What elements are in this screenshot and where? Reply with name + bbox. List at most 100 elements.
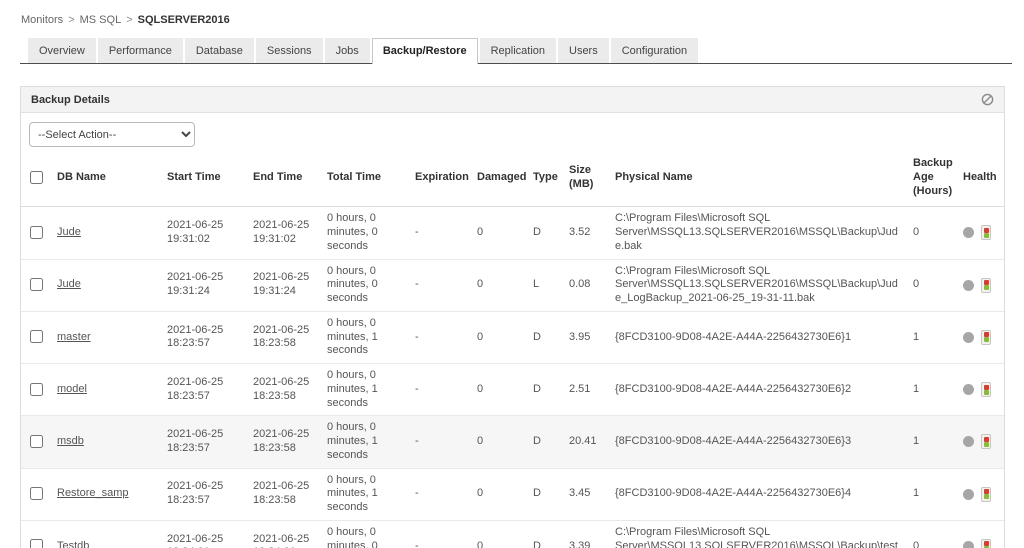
panel-header: Backup Details [21, 87, 1004, 113]
damaged-cell: 0 [471, 415, 527, 469]
header-type: Type [527, 149, 563, 208]
tab-overview[interactable]: Overview [28, 38, 96, 64]
damaged-cell: 0 [471, 520, 527, 548]
availability-status-icon[interactable] [963, 436, 974, 448]
db-name-link[interactable]: Restore_samp [57, 487, 129, 499]
health-status-icon[interactable] [981, 434, 991, 450]
availability-status-icon[interactable] [963, 279, 974, 291]
health-status-icon[interactable] [981, 382, 991, 398]
size-cell: 3.52 [563, 206, 609, 260]
type-cell: D [527, 468, 563, 521]
physical-name-cell: {8FCD3100-9D08-4A2E-A44A-2256432730E6}1 [609, 311, 907, 365]
tab-database[interactable]: Database [184, 38, 254, 64]
table-row: Testdb 2021-06-25 19:34:01 2021-06-25 19… [21, 520, 1004, 548]
header-size-mb: Size (MB) [563, 149, 609, 208]
tab-configuration[interactable]: Configuration [610, 38, 699, 64]
end-time-cell: 2021-06-25 18:23:58 [247, 415, 321, 469]
db-name-link[interactable]: model [57, 383, 87, 395]
tab-jobs[interactable]: Jobs [324, 38, 370, 64]
header-start-time: Start Time [161, 149, 247, 208]
db-name-link[interactable]: master [57, 331, 91, 343]
row-checkbox[interactable] [29, 225, 43, 239]
type-cell: D [527, 363, 563, 417]
breadcrumb-monitors[interactable]: Monitors [21, 14, 63, 26]
row-checkbox[interactable] [29, 278, 43, 292]
availability-status-icon[interactable] [963, 331, 974, 343]
type-cell: D [527, 520, 563, 548]
tab-replication[interactable]: Replication [479, 38, 556, 64]
expiration-cell: - [409, 520, 471, 548]
row-checkbox[interactable] [29, 487, 43, 501]
table-row: Jude 2021-06-25 19:31:02 2021-06-25 19:3… [21, 206, 1004, 260]
header-total-time: Total Time [321, 149, 409, 208]
size-cell: 0.08 [563, 259, 609, 312]
start-time-cell: 2021-06-25 18:23:57 [161, 415, 247, 469]
panel-title: Backup Details [31, 93, 110, 106]
db-name-link[interactable]: msdb [57, 435, 84, 447]
backup-details-table: DB Name Start Time End Time Total Time E… [21, 149, 1004, 548]
row-checkbox[interactable] [29, 539, 43, 548]
size-cell: 2.51 [563, 363, 609, 417]
row-checkbox[interactable] [29, 330, 43, 344]
table-header-row: DB Name Start Time End Time Total Time E… [21, 149, 1004, 208]
start-time-cell: 2021-06-25 18:23:57 [161, 468, 247, 521]
total-time-cell: 0 hours, 0 minutes, 1 seconds [321, 415, 409, 469]
backup-age-cell: 1 [907, 311, 957, 365]
action-select[interactable]: --Select Action-- [29, 122, 195, 147]
physical-name-cell: {8FCD3100-9D08-4A2E-A44A-2256432730E6}2 [609, 363, 907, 417]
health-status-icon[interactable] [981, 225, 991, 241]
end-time-cell: 2021-06-25 18:23:58 [247, 311, 321, 365]
tab-performance[interactable]: Performance [97, 38, 183, 64]
damaged-cell: 0 [471, 206, 527, 260]
total-time-cell: 0 hours, 0 minutes, 0 seconds [321, 259, 409, 312]
total-time-cell: 0 hours, 0 minutes, 1 seconds [321, 363, 409, 417]
availability-status-icon[interactable] [963, 540, 974, 548]
tab-users[interactable]: Users [558, 38, 609, 64]
physical-name-cell: {8FCD3100-9D08-4A2E-A44A-2256432730E6}3 [609, 415, 907, 469]
end-time-cell: 2021-06-25 19:34:01 [247, 520, 321, 548]
breadcrumb-monitor-name: SQLSERVER2016 [137, 14, 230, 26]
db-name-link[interactable]: Jude [57, 226, 81, 238]
table-row: master 2021-06-25 18:23:57 2021-06-25 18… [21, 311, 1004, 365]
end-time-cell: 2021-06-25 18:23:58 [247, 468, 321, 521]
backup-age-cell: 0 [907, 259, 957, 312]
total-time-cell: 0 hours, 0 minutes, 0 seconds [321, 206, 409, 260]
health-status-icon[interactable] [981, 329, 991, 345]
tab-sessions[interactable]: Sessions [255, 38, 323, 64]
end-time-cell: 2021-06-25 18:23:58 [247, 363, 321, 417]
physical-name-cell: C:\Program Files\Microsoft SQL Server\MS… [609, 520, 907, 548]
circle-slash-icon[interactable] [981, 93, 994, 106]
backup-details-panel: Backup Details --Select Action-- DB Name… [20, 86, 1005, 548]
availability-status-icon[interactable] [963, 488, 974, 500]
expiration-cell: - [409, 206, 471, 260]
availability-status-icon[interactable] [963, 384, 974, 396]
availability-status-icon[interactable] [963, 227, 974, 239]
physical-name-cell: C:\Program Files\Microsoft SQL Server\MS… [609, 259, 907, 312]
table-row: Jude 2021-06-25 19:31:24 2021-06-25 19:3… [21, 259, 1004, 312]
type-cell: D [527, 206, 563, 260]
total-time-cell: 0 hours, 0 minutes, 0 seconds [321, 520, 409, 548]
tab-backup-restore[interactable]: Backup/Restore [371, 38, 478, 64]
row-checkbox[interactable] [29, 382, 43, 396]
health-status-icon[interactable] [981, 538, 991, 548]
size-cell: 3.45 [563, 468, 609, 521]
damaged-cell: 0 [471, 259, 527, 312]
damaged-cell: 0 [471, 468, 527, 521]
backup-age-cell: 1 [907, 363, 957, 417]
size-cell: 3.95 [563, 311, 609, 365]
end-time-cell: 2021-06-25 19:31:24 [247, 259, 321, 312]
type-cell: D [527, 415, 563, 469]
breadcrumb-ms-sql[interactable]: MS SQL [80, 14, 122, 26]
health-status-icon[interactable] [981, 486, 991, 502]
db-name-link[interactable]: Testdb [57, 540, 89, 548]
health-status-icon[interactable] [981, 277, 991, 293]
db-name-link[interactable]: Jude [57, 278, 81, 290]
type-cell: L [527, 259, 563, 312]
select-all-checkbox[interactable] [29, 170, 43, 184]
breadcrumb: Monitors > MS SQL > SQLSERVER2016 [0, 0, 1024, 26]
row-checkbox[interactable] [29, 434, 43, 448]
expiration-cell: - [409, 415, 471, 469]
damaged-cell: 0 [471, 311, 527, 365]
header-health: Health [957, 149, 1004, 208]
table-row: Restore_samp 2021-06-25 18:23:57 2021-06… [21, 468, 1004, 521]
